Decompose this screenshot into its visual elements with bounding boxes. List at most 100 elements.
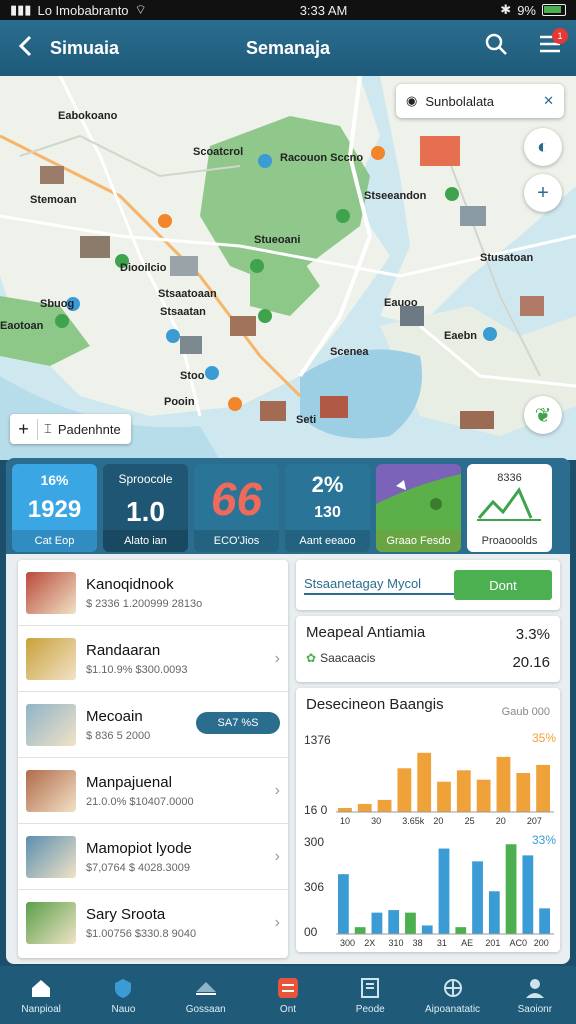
nav-item-home[interactable]: Nanpioal (0, 966, 82, 1024)
bar (536, 764, 550, 812)
stat-value: 66 (210, 473, 263, 525)
action-label[interactable]: Stsaanetagay Mycol (304, 576, 454, 595)
bottom-nav: Nanpioal Nauo Gossaan Ont Peode Aipoanat… (0, 966, 576, 1024)
chevron-right-icon[interactable]: › (275, 914, 280, 932)
battery-percent: 9% (517, 2, 536, 18)
bar-chart-bottom: 300 306 00 33% 300 2X 310 38 31 AE 201 AC0 200 (304, 833, 556, 948)
app-header: Simuaia Semanaja 1 (0, 20, 576, 76)
map-label: Eauoo (384, 297, 418, 309)
stats-row: 16% 1929 Cat Eop Sproocole 1.0 Alato ian… (6, 458, 570, 554)
nav-item-aipoanatatic[interactable]: Aipoanatatic (411, 966, 493, 1024)
home-icon (29, 976, 53, 1000)
bar (338, 874, 349, 934)
stat-card[interactable]: Sproocole 1.0 Alato ian (103, 464, 188, 552)
x-tick-label: 300 (340, 938, 355, 948)
bar (505, 844, 517, 934)
stat-card[interactable]: 8336 Proaooolds (467, 464, 552, 552)
book-icon (358, 976, 382, 1000)
stat-top: Sproocole (118, 472, 173, 486)
x-tick-label: 38 (413, 938, 423, 948)
list-item[interactable]: Mamopiot lyode $7,0764 $ 4028.3009 › (18, 824, 288, 890)
bar (338, 807, 352, 812)
nav-item-ont[interactable]: Ont (247, 966, 329, 1024)
list-item-title: Kanoqidnook (86, 575, 174, 593)
action-card: Stsaanetagay Mycol Dont (296, 560, 560, 610)
chart-card-title: Desecineon Baangis (306, 696, 444, 713)
landscape-icon (376, 464, 461, 530)
nav-item-nauo[interactable]: Nauo (82, 966, 164, 1024)
map-label: Sbuog (40, 298, 75, 310)
stat-label: Cat Eop (12, 530, 97, 552)
y-tick-label: 16 0 (304, 803, 328, 817)
map-controls[interactable]: + ⌶ Padenhnte (10, 414, 131, 444)
zoom-in-icon[interactable]: + (524, 174, 562, 212)
stat-card[interactable]: 66 ECO'Jios (194, 464, 279, 552)
bar (437, 781, 451, 812)
map-graphic (0, 76, 576, 460)
summary-card[interactable]: Meapeal Antiamia 3.3% ✿ Saacaacis 20.16 (296, 616, 560, 682)
nav-item-peode[interactable]: Peode (329, 966, 411, 1024)
bar (371, 912, 383, 934)
bar (516, 772, 531, 812)
nav-label: Nanpioal (21, 1003, 61, 1015)
x-tick-label: 310 (388, 938, 403, 948)
back-arrow-icon[interactable] (0, 33, 50, 64)
user-icon (523, 976, 547, 1000)
carrier-label: Lo Imobabranto (37, 2, 129, 18)
list-item-title: Randaaran (86, 641, 161, 659)
shield-icon (111, 976, 135, 1000)
grid-icon (276, 976, 300, 1000)
gear-icon: ✿ (306, 651, 317, 665)
layers-icon (194, 976, 218, 1000)
header-left-title: Simuaia (50, 37, 120, 58)
thumbnail-image (26, 902, 76, 944)
list-item-title: Sary Sroota (86, 906, 166, 923)
map-search-box[interactable]: ◉ Sunbolalata ✕ (396, 84, 564, 118)
close-icon[interactable]: ✕ (543, 93, 554, 109)
list-item[interactable]: Manpajuenal 21.0.0% $10407.0000 › (18, 758, 288, 824)
clock: 3:33 AM (299, 2, 348, 18)
bar (417, 752, 432, 812)
map-label: Pooin (164, 396, 195, 408)
chevron-right-icon[interactable]: › (275, 782, 280, 800)
nav-label: Aipoanatatic (425, 1003, 481, 1015)
x-tick-label: 30 (371, 816, 381, 826)
list-item[interactable]: Mecoain $ 836 5 2000 SA7 %S (18, 692, 288, 758)
list-item[interactable]: Sary Sroota $1.00756 $330.8 9040 › (18, 890, 288, 956)
list-item-title: Manpajuenal (86, 773, 172, 791)
bar (455, 927, 467, 934)
x-tick-label: 200 (534, 938, 549, 948)
map-view[interactable]: Eabokoano Stemoan Scoatcrol Racouon Sccn… (0, 76, 576, 460)
x-tick-label: 207 (527, 816, 542, 826)
menu-icon[interactable]: 1 (538, 28, 568, 59)
map-label: Racouon Sccno (280, 152, 364, 164)
bar (496, 756, 511, 812)
map-label: Stoo (180, 370, 205, 382)
add-icon[interactable]: + (10, 418, 38, 440)
nav-item-gossaan[interactable]: Gossaan (165, 966, 247, 1024)
chart-card: Desecineon Baangis Gaub 000 1376 16 0 35% 1… (296, 688, 560, 952)
bar (421, 925, 433, 934)
compass-icon[interactable]: ◐ (524, 128, 562, 166)
map-label: Stsaatan (160, 306, 206, 318)
list-item[interactable]: Kanoqidnook $ 2336 1.200999 2813o (18, 560, 288, 626)
status-badge[interactable]: SA7 %S (196, 712, 280, 734)
chevron-right-icon[interactable]: › (275, 848, 280, 866)
list-item-sub: $7,0764 $ 4028.3009 (86, 861, 190, 874)
list-item[interactable]: Randaaran $1.10.9% $300.0093 › (18, 626, 288, 692)
bar (488, 891, 500, 934)
leaf-icon[interactable]: ❦ (524, 396, 562, 434)
bar (405, 912, 416, 934)
stat-card[interactable]: Graao Fesdo (376, 464, 461, 552)
layers-icon: ⌶ (44, 421, 52, 436)
stat-card[interactable]: 2% 130 Aant eeaoo (285, 464, 370, 552)
stat-top: 2% (311, 472, 344, 497)
search-icon[interactable] (484, 32, 508, 61)
stat-card[interactable]: 16% 1929 Cat Eop (12, 464, 97, 552)
list-item-title: Mamopiot lyode (86, 839, 192, 857)
nav-label: Nauo (111, 1003, 136, 1015)
stat-label: Aant eeaoo (285, 530, 370, 552)
done-button[interactable]: Dont (454, 570, 552, 600)
chevron-right-icon[interactable]: › (275, 650, 280, 668)
nav-item-profile[interactable]: Saoionr (494, 966, 576, 1024)
